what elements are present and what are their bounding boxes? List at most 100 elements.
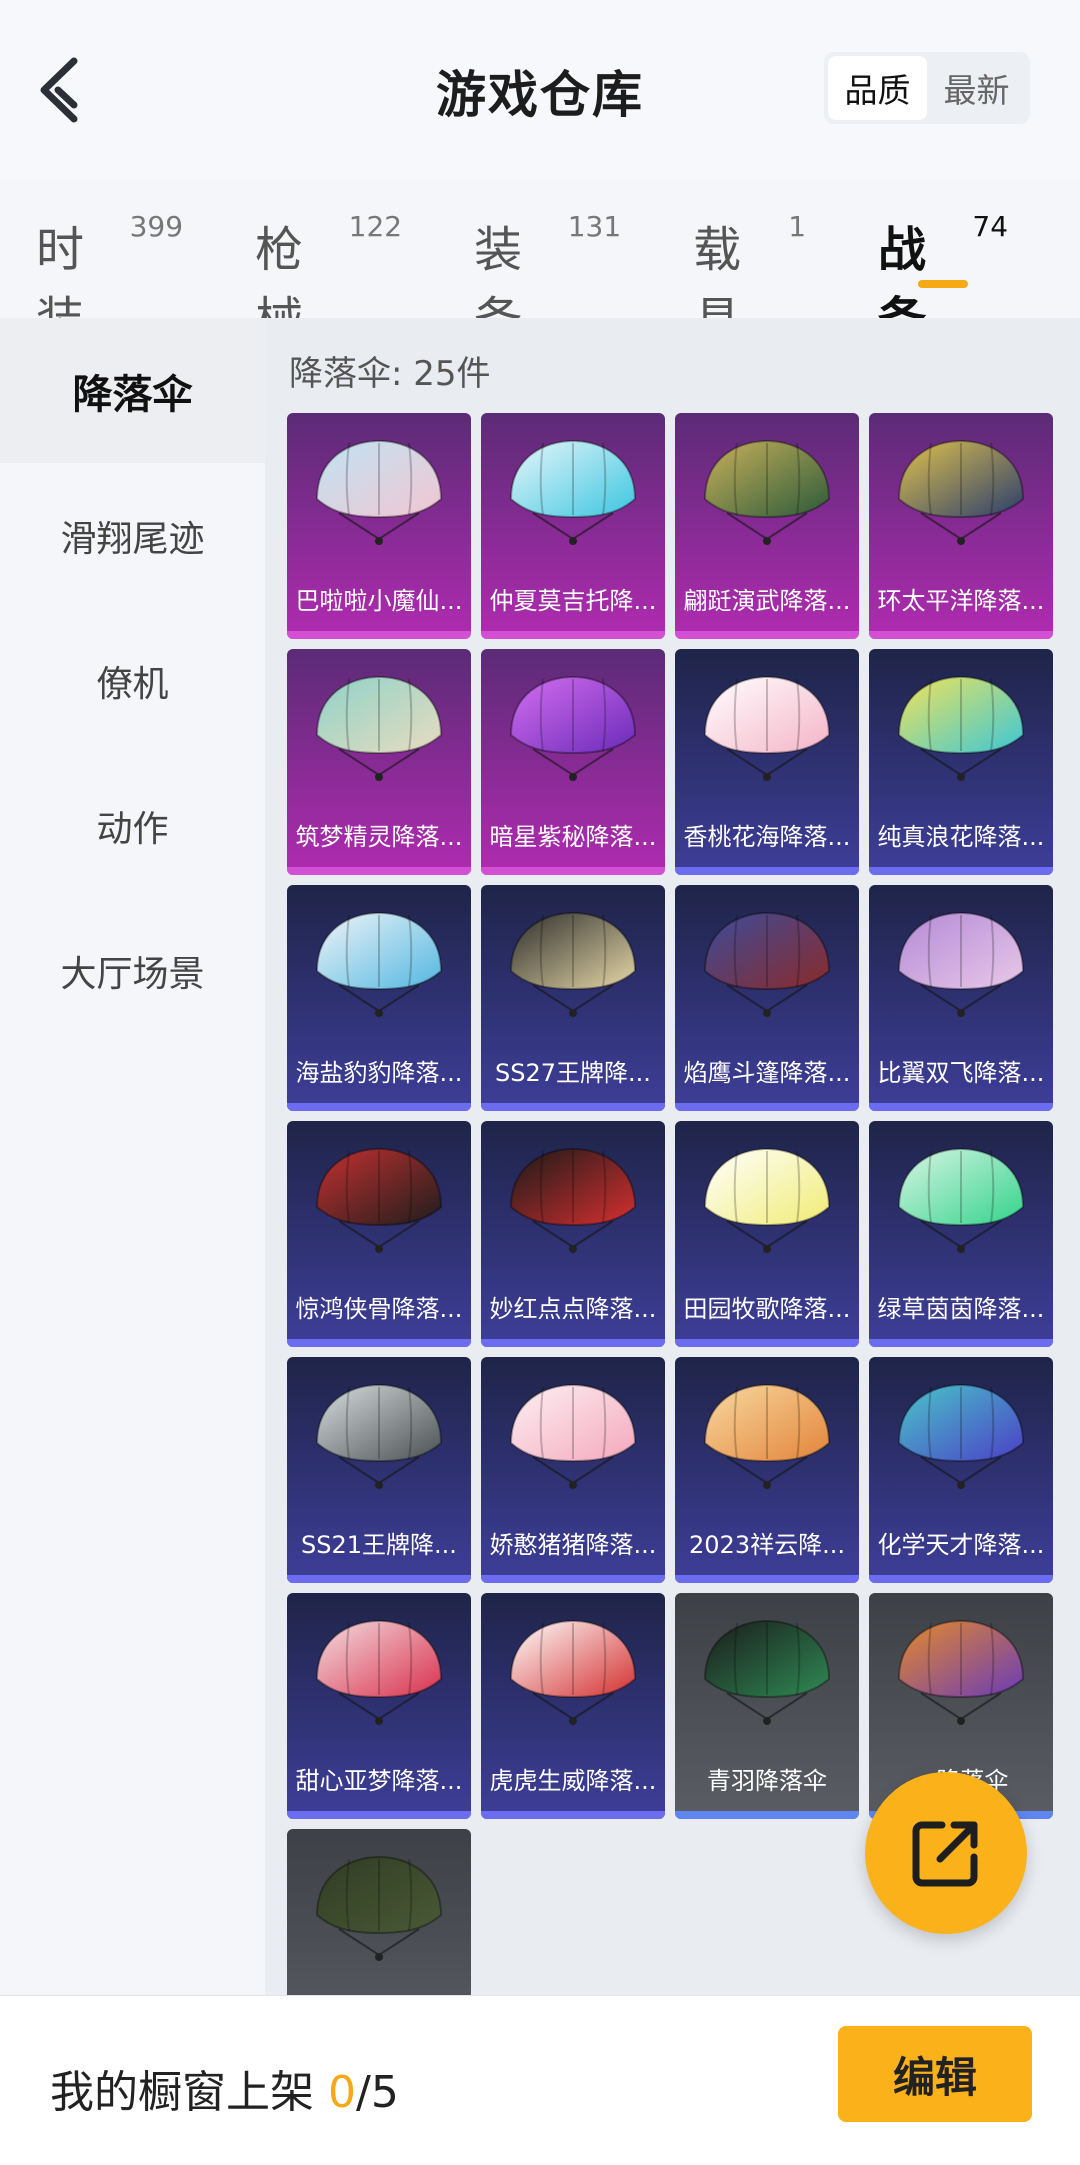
share-button[interactable] — [865, 1772, 1027, 1934]
sidebar-item-emote[interactable]: 动作 — [0, 753, 265, 898]
parachute-card[interactable]: 纯真浪花降落... — [869, 649, 1053, 875]
sidebar-item-glide-trail[interactable]: 滑翔尾迹 — [0, 463, 265, 608]
parachute-icon — [509, 1619, 637, 1725]
parachute-name: 惊鸿侠骨降落... — [295, 1295, 463, 1323]
parachute-card[interactable]: 巴啦啦小魔仙... — [287, 413, 471, 639]
parachute-name: 暗星紫秘降落... — [489, 823, 657, 851]
parachute-icon — [897, 675, 1025, 781]
parachute-card[interactable]: 甜心亚梦降落... — [287, 1593, 471, 1819]
parachute-card[interactable]: 绿草茵茵降落... — [869, 1121, 1053, 1347]
parachute-card[interactable]: 妙红点点降落... — [481, 1121, 665, 1347]
parachute-card[interactable]: 虎虎生威降落... — [481, 1593, 665, 1819]
quality-bar — [869, 1339, 1053, 1347]
sort-option-quality[interactable]: 品质 — [828, 56, 927, 120]
tab-equipment[interactable]: 装备 131 — [474, 190, 622, 348]
edit-button[interactable]: 编辑 — [838, 2026, 1032, 2122]
parachute-card[interactable]: 娇憨猪猪降落... — [481, 1357, 665, 1583]
parachute-name: 纯真浪花降落... — [877, 823, 1045, 851]
parachute-icon — [703, 1619, 831, 1725]
parachute-icon — [315, 1855, 443, 1961]
parachute-name: 巴啦啦小魔仙... — [295, 587, 463, 615]
parachute-card[interactable]: 环太平洋降落... — [869, 413, 1053, 639]
showcase-total-count: /5 — [356, 2067, 399, 2118]
parachute-icon — [509, 439, 637, 545]
parachute-name: 环太平洋降落... — [877, 587, 1045, 615]
parachute-name: 翩跹演武降落... — [683, 587, 851, 615]
share-icon — [912, 1821, 978, 1887]
parachute-icon — [509, 911, 637, 1017]
tab-outfits[interactable]: 时装 399 — [36, 190, 183, 348]
parachute-icon — [703, 1383, 831, 1489]
quality-bar — [675, 867, 859, 875]
quality-bar — [287, 1811, 471, 1819]
parachute-icon — [509, 1147, 637, 1253]
parachute-card[interactable]: 筑梦精灵降落... — [287, 649, 471, 875]
parachute-name: 香桃花海降落... — [683, 823, 851, 851]
parachute-icon — [703, 911, 831, 1017]
quality-bar — [287, 1339, 471, 1347]
parachute-name: 化学天才降落... — [877, 1531, 1045, 1559]
parachute-card[interactable]: 比翼双飞降落... — [869, 885, 1053, 1111]
parachute-name: 虎虎生威降落... — [489, 1767, 657, 1795]
parachute-card[interactable]: 暗星紫秘降落... — [481, 649, 665, 875]
sidebar-item-parachute[interactable]: 降落伞 — [0, 318, 265, 463]
quality-bar — [869, 867, 1053, 875]
parachute-card[interactable]: 田园牧歌降落... — [675, 1121, 859, 1347]
parachute-icon — [897, 1147, 1025, 1253]
parachute-card[interactable]: SS27王牌降... — [481, 885, 665, 1111]
quality-bar — [481, 1575, 665, 1583]
showcase-bar: 我的橱窗上架 0/5 编辑 — [0, 1995, 1080, 2165]
parachute-card[interactable]: 2023祥云降... — [675, 1357, 859, 1583]
quality-bar — [287, 1103, 471, 1111]
quality-bar — [675, 1339, 859, 1347]
quality-bar — [675, 631, 859, 639]
parachute-icon — [315, 1383, 443, 1489]
parachute-card[interactable]: 青羽降落伞 — [675, 1593, 859, 1819]
parachute-name: 海盐豹豹降落... — [295, 1059, 463, 1087]
parachute-icon — [315, 911, 443, 1017]
parachute-name: SS27王牌降... — [495, 1059, 651, 1087]
parachute-card[interactable]: 化学天才降落... — [869, 1357, 1053, 1583]
quality-bar — [287, 867, 471, 875]
tab-firearms[interactable]: 枪械 122 — [255, 190, 403, 348]
tab-count: 131 — [567, 210, 622, 243]
parachute-icon — [897, 1619, 1025, 1725]
header: 游戏仓库 品质 最新 — [0, 0, 1080, 180]
parachute-icon — [703, 439, 831, 545]
parachute-card[interactable]: 香桃花海降落... — [675, 649, 859, 875]
parachute-card[interactable]: 仲夏莫吉托降... — [481, 413, 665, 639]
showcase-current-count: 0 — [328, 2067, 356, 2118]
tab-vehicles[interactable]: 载具 1 — [693, 190, 806, 348]
parachute-name: 仲夏莫吉托降... — [489, 587, 657, 615]
sort-option-latest[interactable]: 最新 — [927, 56, 1026, 120]
item-panel: 降落伞: 25件 巴啦啦小魔仙... 仲夏莫吉托降... 翩跹演武降落... 环太平洋… — [265, 318, 1080, 2055]
parachute-name: 青羽降落伞 — [707, 1767, 827, 1795]
parachute-card[interactable]: 惊鸿侠骨降落... — [287, 1121, 471, 1347]
parachute-card[interactable]: 翩跹演武降落... — [675, 413, 859, 639]
parachute-name: 绿草茵茵降落... — [877, 1295, 1045, 1323]
item-count-label: 降落伞: 25件 — [289, 354, 491, 394]
quality-bar — [869, 631, 1053, 639]
parachute-card[interactable]: 海盐豹豹降落... — [287, 885, 471, 1111]
tab-combat-gear[interactable]: 战备 74 — [878, 190, 1008, 348]
quality-bar — [481, 867, 665, 875]
parachute-name: 筑梦精灵降落... — [295, 823, 463, 851]
parachute-icon — [509, 1383, 637, 1489]
quality-bar — [287, 1575, 471, 1583]
parachute-card[interactable]: 焰鹰斗篷降落... — [675, 885, 859, 1111]
parachute-card[interactable]: SS21王牌降... — [287, 1357, 471, 1583]
quality-bar — [287, 631, 471, 639]
parachute-icon — [897, 911, 1025, 1017]
parachute-icon — [897, 439, 1025, 545]
parachute-name: 焰鹰斗篷降落... — [683, 1059, 851, 1087]
tab-count: 122 — [348, 210, 403, 243]
showcase-label: 我的橱窗上架 0/5 — [50, 2056, 399, 2120]
parachute-name: 妙红点点降落... — [489, 1295, 657, 1323]
sidebar-item-lobby-scene[interactable]: 大厅场景 — [0, 898, 265, 1043]
quality-bar — [481, 631, 665, 639]
quality-bar — [481, 1339, 665, 1347]
sidebar-item-wingman[interactable]: 僚机 — [0, 608, 265, 753]
parachute-icon — [703, 1147, 831, 1253]
parachute-icon — [315, 439, 443, 545]
showcase-text: 我的橱窗上架 — [50, 2067, 328, 2118]
